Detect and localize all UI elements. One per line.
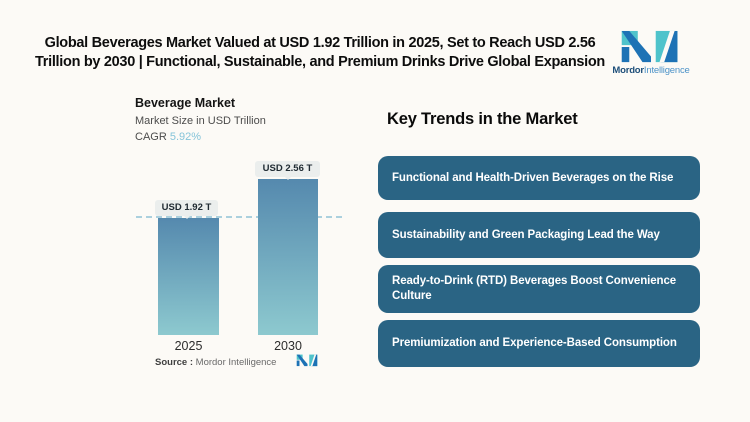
trend-label: Functional and Health-Driven Beverages o… (392, 171, 674, 184)
brand-name-bold: Mordor (612, 65, 644, 76)
bar-value-label-2025: USD 1.92 T (155, 200, 218, 219)
brand-logo-text: MordorIntelligence (611, 65, 691, 76)
chart-subtitle: Market Size in USD Trillion (135, 115, 266, 127)
mordor-logo-mini-icon (296, 354, 318, 367)
source-label: Source : (155, 357, 194, 368)
trend-label: Ready-to-Drink (RTD) Beverages Boost Con… (392, 275, 677, 302)
chart-cagr: CAGR 5.92% (135, 131, 201, 143)
x-axis-label-2030: 2030 (274, 339, 302, 353)
source-line: Source : Mordor Intelligence (155, 357, 276, 368)
mordor-logo-mini (296, 354, 319, 367)
trend-box-functional: Functional and Health-Driven Beverages o… (378, 156, 700, 200)
infographic-canvas: Global Beverages Market Valued at USD 1.… (0, 0, 750, 422)
cagr-label: CAGR (135, 131, 167, 143)
source-value: Mordor Intelligence (195, 357, 277, 368)
chart-title: Beverage Market (135, 96, 236, 110)
trends-heading: Key Trends in the Market (387, 110, 578, 128)
bar-2025 (158, 218, 219, 335)
mordor-logo-icon (621, 30, 678, 63)
trend-box-sustainability: Sustainability and Green Packaging Lead … (378, 212, 700, 258)
trend-box-rtd: Ready-to-Drink (RTD) Beverages Boost Con… (378, 265, 700, 313)
bar-2030 (258, 179, 318, 335)
cagr-value: 5.92% (169, 131, 202, 143)
brand-logo: MordorIntelligence (611, 30, 691, 76)
x-axis-label-2025: 2025 (174, 339, 203, 353)
trend-label: Sustainability and Green Packaging Lead … (392, 228, 660, 241)
trend-label: Premiumization and Experience-Based Cons… (392, 337, 677, 349)
bar-value-label-2030: USD 2.56 T (255, 161, 320, 180)
page-title: Global Beverages Market Valued at USD 1.… (35, 35, 605, 70)
trend-box-premiumization: Premiumization and Experience-Based Cons… (378, 320, 700, 367)
brand-name-light: Intelligence (643, 65, 690, 76)
